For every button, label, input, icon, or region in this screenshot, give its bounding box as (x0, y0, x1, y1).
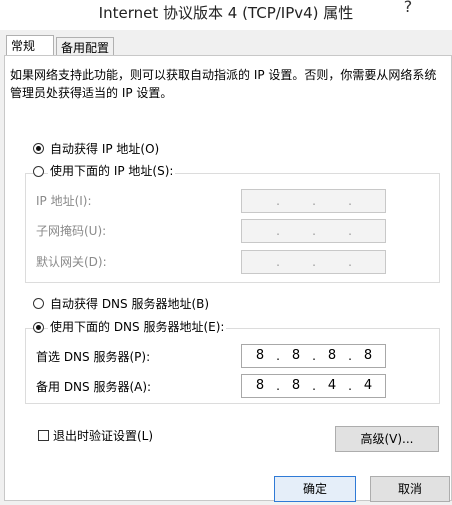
auto-ip-label: 自动获得 IP 地址(O) (50, 142, 160, 156)
manual-ip-label: 使用下面的 IP 地址(S): (48, 164, 176, 178)
alternate-dns-input[interactable]: 8 . 8 . 4 . 4 (241, 374, 386, 398)
auto-dns-radio[interactable] (33, 298, 44, 309)
subnet-mask-label: 子网掩码(U): (36, 224, 107, 238)
description-text: 如果网络支持此功能，则可以获取自动指派的 IP 设置。否则，你需要从网络系统管理… (10, 68, 437, 100)
advanced-button[interactable]: 高级(V)... (335, 426, 439, 452)
validate-settings-checkbox[interactable] (38, 430, 49, 441)
default-gateway-input[interactable]: . . . (241, 250, 386, 274)
manual-dns-label: 使用下面的 DNS 服务器地址(E): (48, 320, 227, 334)
auto-ip-radio[interactable] (33, 143, 44, 154)
default-gateway-label: 默认网关(D): (36, 255, 107, 269)
manual-ip-radio[interactable] (33, 166, 44, 177)
ip-address-input[interactable]: . . . (241, 189, 386, 213)
auto-dns-label: 自动获得 DNS 服务器地址(B) (50, 297, 210, 311)
manual-dns-radio[interactable] (33, 322, 44, 333)
validate-settings-label: 退出时验证设置(L) (53, 429, 154, 443)
window-title: Internet 协议版本 4 (TCP/IPv4) 属性 (98, 4, 354, 22)
subnet-mask-input[interactable]: . . . (241, 219, 386, 243)
cancel-button[interactable]: 取消 (370, 476, 450, 502)
ok-button[interactable]: 确定 (274, 476, 356, 502)
preferred-dns-label: 首选 DNS 服务器(P): (36, 350, 151, 364)
alternate-dns-label: 备用 DNS 服务器(A): (36, 380, 152, 394)
preferred-dns-input[interactable]: 8 . 8 . 8 . 8 (241, 344, 386, 368)
ip-address-label: IP 地址(I): (36, 194, 92, 208)
close-icon[interactable]: ? (396, 0, 420, 18)
